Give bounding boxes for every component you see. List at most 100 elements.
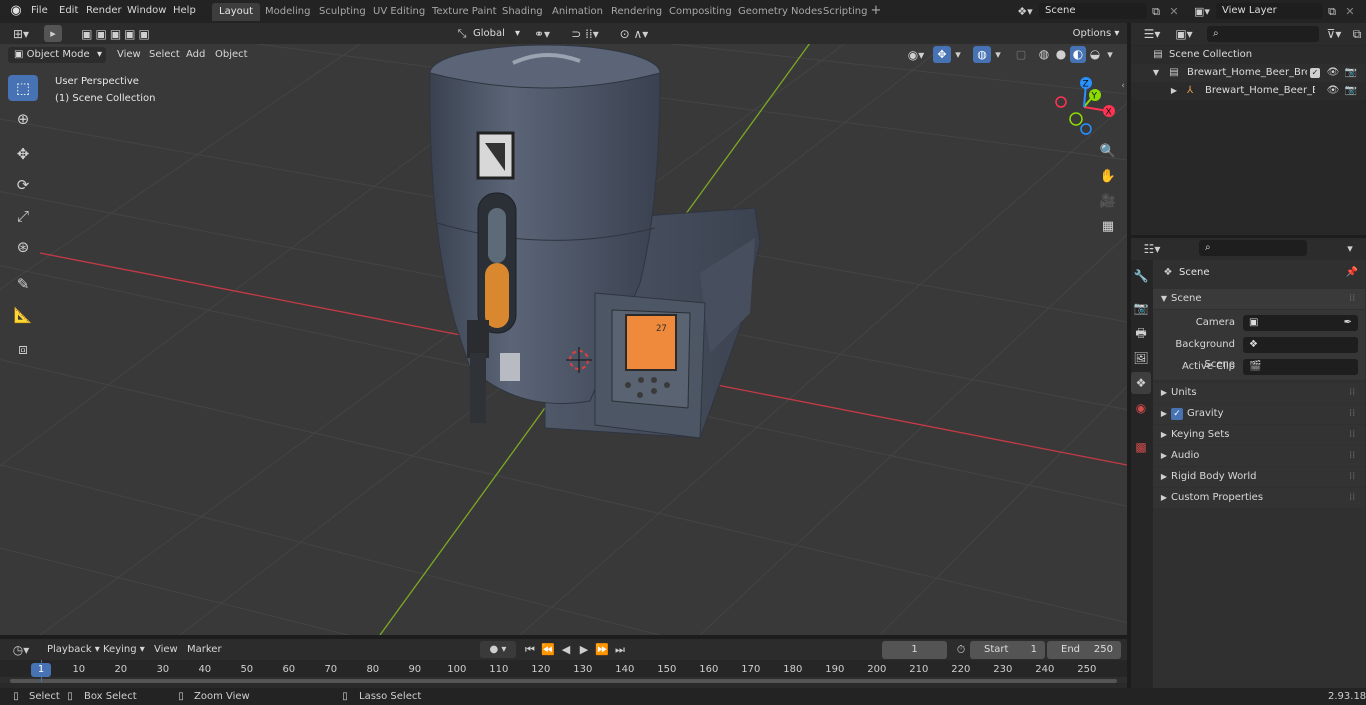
- tool-annotate[interactable]: ✎: [8, 271, 38, 297]
- panel-gravity[interactable]: ▶ ✓ Gravity ⁞⁞: [1153, 404, 1365, 424]
- jump-end-icon[interactable]: ⏭: [612, 641, 628, 658]
- gizmo-neg-x-dot[interactable]: [1055, 96, 1067, 108]
- gizmo-neg-y-dot[interactable]: [1069, 112, 1083, 126]
- outliner-row-object[interactable]: ▶ ⅄ Brewart_Home_Beer_Bre 👁 📷: [1131, 82, 1366, 100]
- include-checkbox[interactable]: ✓: [1310, 68, 1320, 78]
- menu-help[interactable]: Help: [169, 3, 200, 19]
- ortho-toggle-button[interactable]: ▦: [1097, 216, 1119, 238]
- editor-type-icon[interactable]: ☷▾: [1139, 241, 1165, 257]
- tab-geometry-nodes[interactable]: Geometry Nodes: [731, 3, 829, 21]
- tab-output-properties[interactable]: 🖶: [1131, 322, 1151, 344]
- view-layer-browse-icon[interactable]: ▣▾: [1190, 4, 1214, 19]
- panel-units[interactable]: ▶ Units ⁞⁞: [1153, 383, 1365, 403]
- tool-move[interactable]: ✥: [8, 141, 38, 167]
- outliner-row-scene-collection[interactable]: ▤ Scene Collection: [1131, 46, 1366, 64]
- scene-name-field[interactable]: Scene: [1039, 3, 1147, 19]
- pivot-point-icon[interactable]: ⚭▾: [530, 26, 554, 42]
- tab-render-properties[interactable]: 📷: [1131, 297, 1151, 319]
- 3d-viewport[interactable]: 27 X Y Z ⊞▾ ▸ ▣▣▣▣▣ ⤡ Global ▾ ⚭▾ ⊃ ⁞⁞▾ …: [0, 23, 1127, 635]
- blender-logo-icon[interactable]: ◉: [8, 3, 24, 19]
- material-preview-icon[interactable]: ◐: [1070, 46, 1086, 63]
- tool-cursor[interactable]: ⊕: [8, 106, 38, 132]
- rendered-shading-icon[interactable]: ◒: [1087, 46, 1103, 63]
- solid-shading-icon[interactable]: ●: [1053, 46, 1069, 63]
- menu-object[interactable]: Object: [210, 47, 253, 63]
- sidebar-toggle-icon[interactable]: ‹: [1119, 81, 1127, 91]
- expand-down-icon[interactable]: ▼: [1151, 64, 1161, 82]
- tab-texture-properties[interactable]: ▩: [1131, 436, 1151, 458]
- tool-transform[interactable]: ⊛: [8, 234, 38, 260]
- tool-scale[interactable]: ⤢: [8, 203, 38, 229]
- start-frame-field[interactable]: Start 1: [970, 641, 1045, 659]
- record-icon[interactable]: ● ▾: [480, 641, 516, 658]
- transform-orientation-dropdown[interactable]: Global ▾: [470, 26, 522, 42]
- editor-type-icon[interactable]: ⊞▾: [8, 26, 34, 42]
- wireframe-shading-icon[interactable]: ◍: [1036, 46, 1052, 63]
- editor-type-icon[interactable]: ◷▾: [8, 642, 34, 658]
- pin-icon[interactable]: 📌: [1345, 262, 1359, 284]
- panel-scene-header[interactable]: ▼ Scene ⁞⁞: [1153, 289, 1365, 309]
- tool-measure[interactable]: 📐: [8, 302, 38, 328]
- background-scene-field[interactable]: ❖: [1243, 337, 1358, 353]
- drag-handle-icon[interactable]: ⁞⁞: [1349, 488, 1355, 508]
- options-button[interactable]: Options ▾: [1070, 25, 1122, 43]
- tab-uv-editing[interactable]: UV Editing: [366, 3, 432, 21]
- pan-view-button[interactable]: ✋: [1097, 166, 1119, 188]
- next-keyframe-icon[interactable]: ⏩: [594, 641, 610, 658]
- stopwatch-icon[interactable]: ⏱: [953, 641, 969, 658]
- camera-render-icon[interactable]: 📷: [1344, 82, 1358, 100]
- menu-window[interactable]: Window: [123, 3, 170, 19]
- outliner-search-input[interactable]: ⌕: [1207, 26, 1319, 42]
- view-layer-copy-icon[interactable]: ⧉: [1325, 4, 1339, 19]
- menu-file[interactable]: File: [27, 3, 52, 19]
- end-frame-field[interactable]: End 250: [1047, 641, 1121, 659]
- scene-copy-icon[interactable]: ⧉: [1149, 4, 1163, 19]
- tab-world-properties[interactable]: ◉: [1131, 397, 1151, 419]
- select-tool-icon[interactable]: ▸: [44, 25, 62, 42]
- menu-render[interactable]: Render: [82, 3, 126, 19]
- panel-custom-properties[interactable]: ▶ Custom Properties ⁞⁞: [1153, 488, 1365, 508]
- menu-marker[interactable]: Marker: [182, 642, 227, 658]
- tab-scene-properties[interactable]: ❖: [1131, 372, 1151, 394]
- tab-rendering[interactable]: Rendering: [604, 3, 669, 21]
- tool-add-cube[interactable]: ⧈: [8, 336, 38, 362]
- jump-start-icon[interactable]: ⏮: [522, 641, 538, 658]
- view-layer-remove-icon[interactable]: ✕: [1343, 4, 1357, 19]
- gizmo-toggle-icon[interactable]: ✥: [933, 46, 951, 63]
- drag-handle-icon[interactable]: ⁞⁞: [1349, 425, 1355, 445]
- tab-texture-paint[interactable]: Texture Paint: [425, 3, 504, 21]
- editor-type-icon[interactable]: ☰▾: [1139, 26, 1165, 42]
- properties-search-input[interactable]: ⌕: [1199, 240, 1307, 256]
- selection-mode-icons[interactable]: ▣▣▣▣▣: [77, 26, 157, 42]
- overlays-toggle-icon[interactable]: ◍: [973, 46, 991, 63]
- menu-view[interactable]: View: [149, 642, 183, 658]
- tab-compositing[interactable]: Compositing: [662, 3, 739, 21]
- drag-handle-icon[interactable]: ⁞⁞: [1349, 404, 1355, 424]
- tab-animation[interactable]: Animation: [545, 3, 610, 21]
- tab-shading[interactable]: Shading: [495, 3, 550, 21]
- tab-scripting[interactable]: Scripting: [816, 3, 874, 21]
- play-icon[interactable]: ▶: [576, 641, 592, 658]
- menu-add[interactable]: Add: [181, 47, 210, 63]
- menu-select[interactable]: Select: [144, 47, 185, 63]
- proportional-editing-icon[interactable]: ⊙ ∧▾: [611, 26, 657, 42]
- visibility-icon[interactable]: ◉▾: [902, 47, 930, 63]
- active-clip-field[interactable]: 🎬: [1243, 359, 1358, 375]
- outliner-row-collection[interactable]: ▼ ▤ Brewart_Home_Beer_Brewing ✓ 👁 📷: [1131, 64, 1366, 82]
- tab-tool-properties[interactable]: 🔧: [1131, 265, 1151, 287]
- view-layer-name-field[interactable]: View Layer: [1216, 3, 1323, 19]
- drag-handle-icon[interactable]: ⁞⁞: [1349, 383, 1355, 403]
- tab-modeling[interactable]: Modeling: [258, 3, 318, 21]
- new-collection-icon[interactable]: ⧉: [1350, 26, 1364, 42]
- play-reverse-icon[interactable]: ◀: [558, 641, 574, 658]
- scene-browse-icon[interactable]: ❖▾: [1014, 4, 1036, 19]
- snapping-icon[interactable]: ⊃ ⁞⁞▾: [561, 26, 609, 42]
- tool-rotate[interactable]: ⟳: [8, 172, 38, 198]
- camera-view-button[interactable]: 🎥: [1097, 191, 1119, 213]
- tool-select-box[interactable]: ⬚: [8, 75, 38, 101]
- menu-view[interactable]: View: [112, 47, 146, 63]
- menu-edit[interactable]: Edit: [55, 3, 82, 19]
- tab-sculpting[interactable]: Sculpting: [312, 3, 373, 21]
- expand-right-icon[interactable]: ▶: [1169, 82, 1179, 100]
- drag-handle-icon[interactable]: ⁞⁞: [1349, 446, 1355, 466]
